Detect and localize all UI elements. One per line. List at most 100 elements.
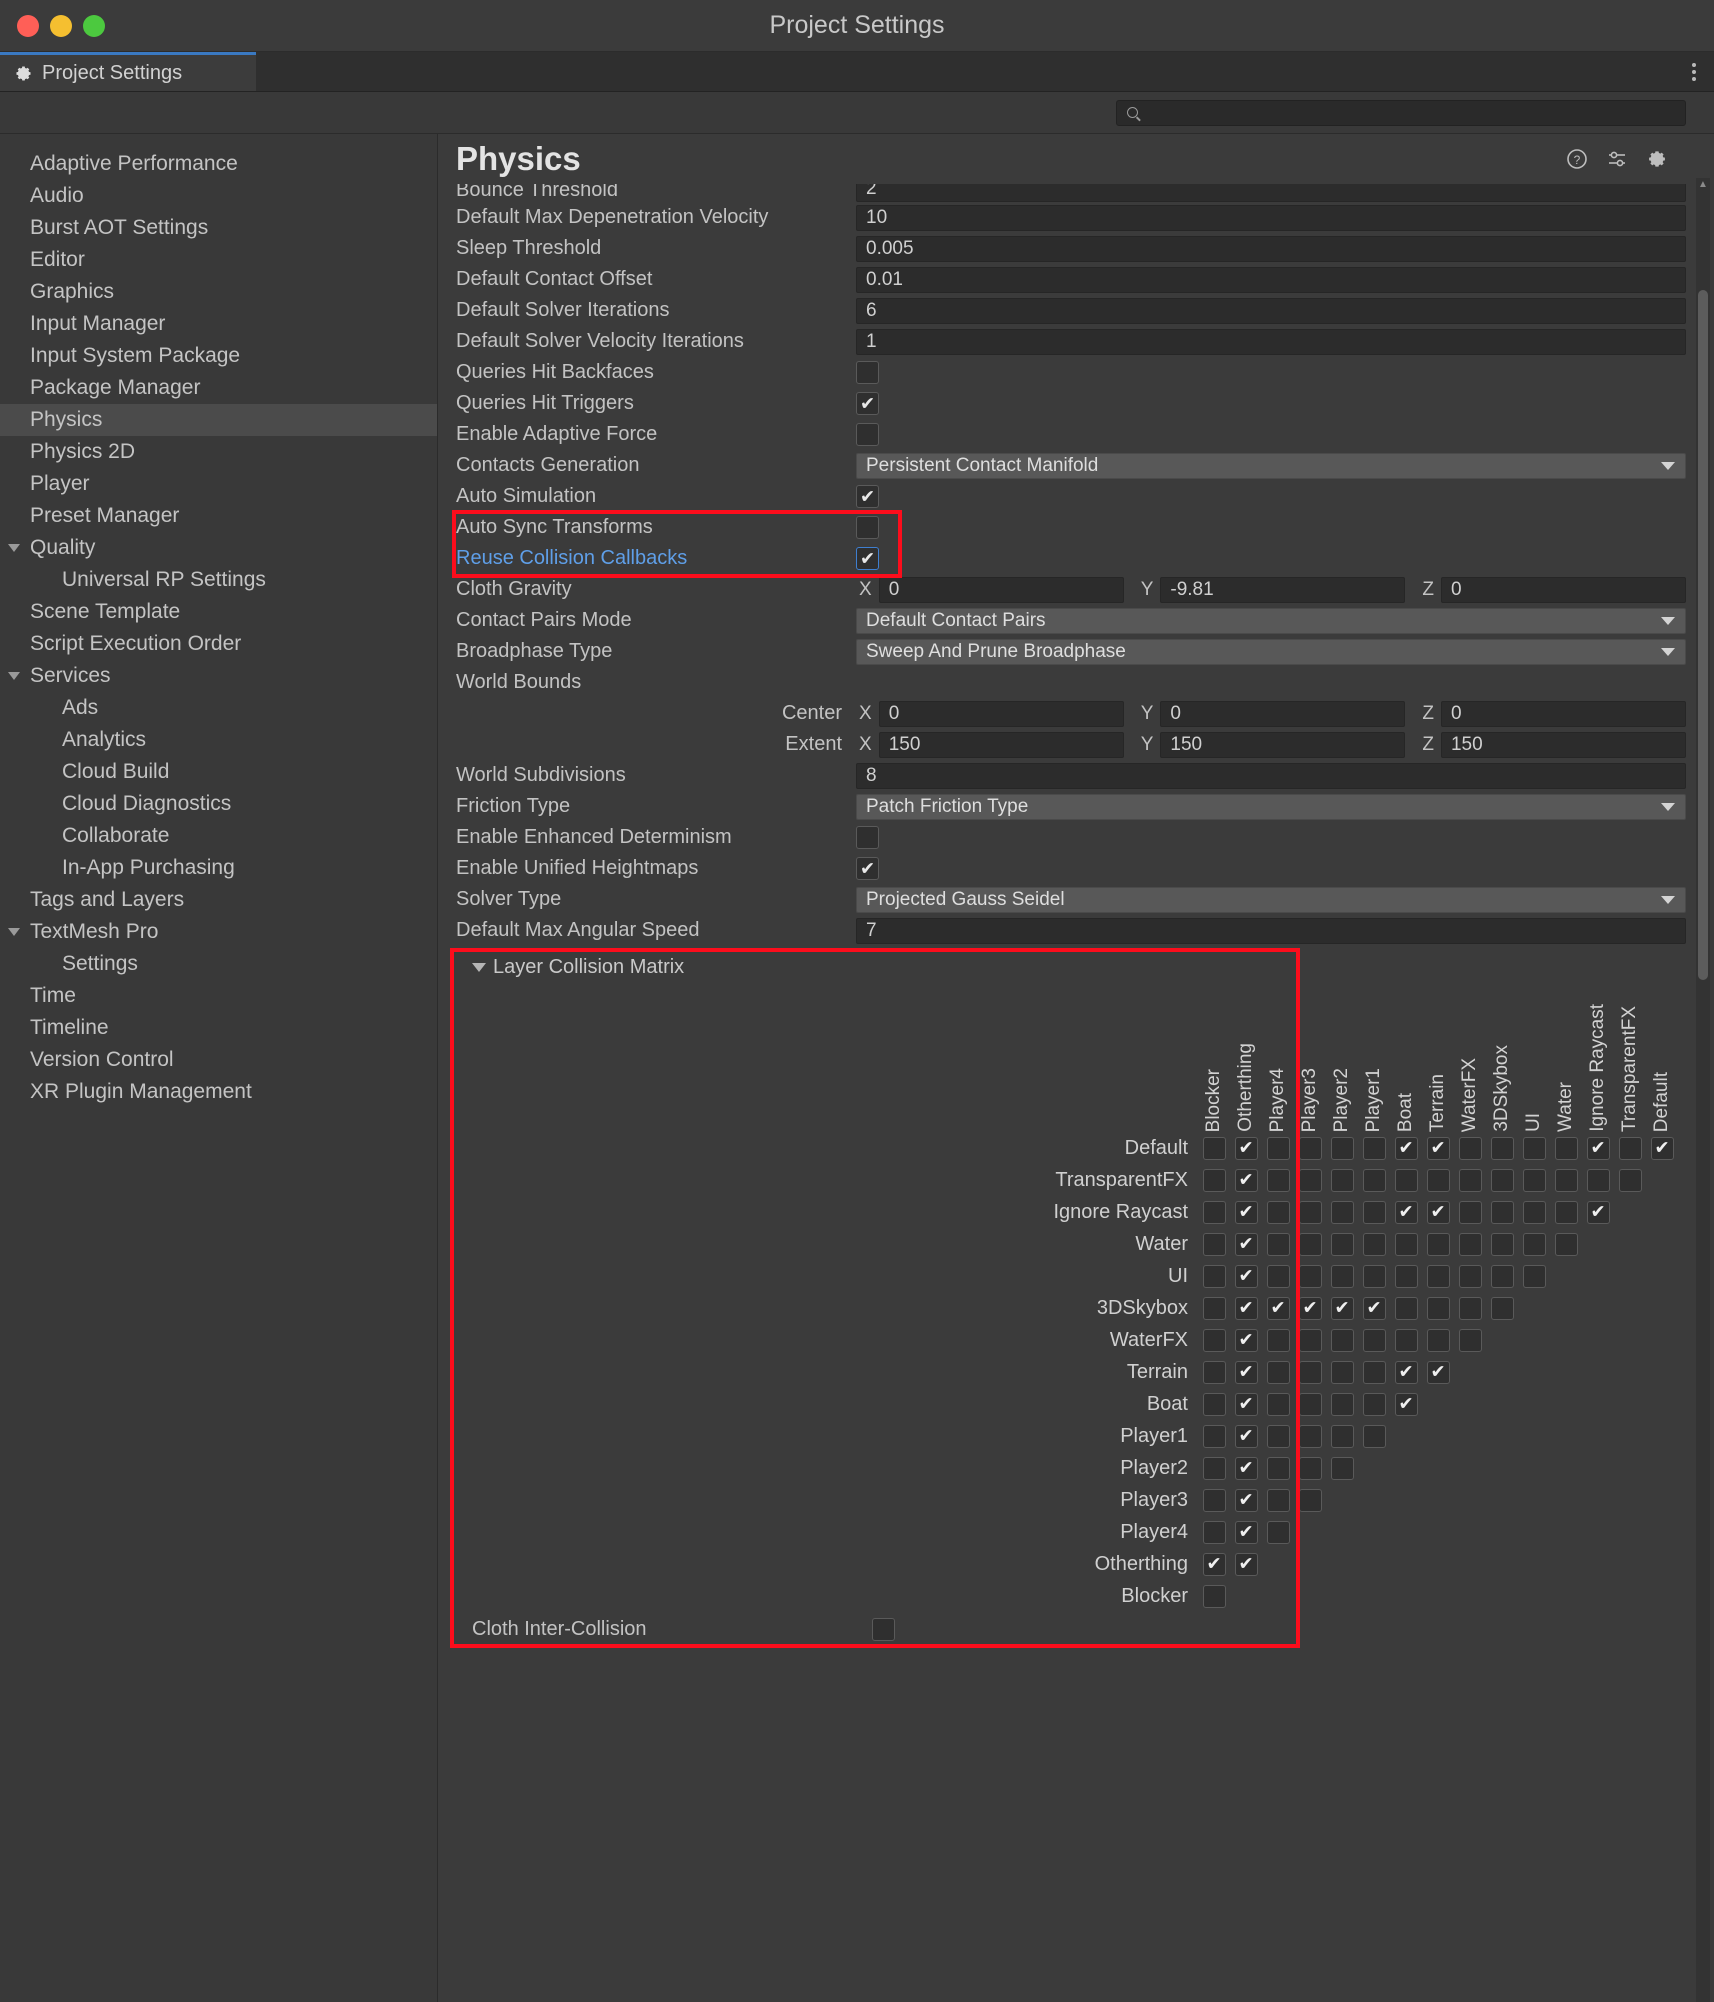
sidebar-item-input-system-package[interactable]: Input System Package [0, 340, 437, 372]
preset-icon[interactable] [1606, 148, 1628, 170]
sidebar-item-input-manager[interactable]: Input Manager [0, 308, 437, 340]
matrix-cell[interactable] [1390, 1292, 1422, 1324]
matrix-checkbox[interactable] [1459, 1297, 1482, 1320]
matrix-checkbox[interactable] [1235, 1297, 1258, 1320]
matrix-checkbox[interactable] [1235, 1169, 1258, 1192]
matrix-checkbox[interactable] [1491, 1201, 1514, 1224]
sidebar-item-adaptive-performance[interactable]: Adaptive Performance [0, 148, 437, 180]
matrix-checkbox[interactable] [1619, 1137, 1642, 1160]
matrix-checkbox[interactable] [1395, 1201, 1418, 1224]
extent-x-field[interactable]: 150 [879, 732, 1124, 758]
matrix-cell[interactable] [1230, 1484, 1262, 1516]
matrix-cell[interactable] [1198, 1388, 1230, 1420]
matrix-cell[interactable] [1198, 1484, 1230, 1516]
matrix-checkbox[interactable] [1363, 1361, 1386, 1384]
matrix-cell[interactable] [1198, 1260, 1230, 1292]
default-max-angular-speed-field[interactable]: 7 [856, 918, 1686, 944]
matrix-cell[interactable] [1358, 1420, 1390, 1452]
matrix-cell[interactable] [1454, 1228, 1486, 1260]
kebab-menu-icon[interactable] [1692, 63, 1696, 81]
matrix-checkbox[interactable] [1235, 1265, 1258, 1288]
sidebar-item-collaborate[interactable]: Collaborate [0, 820, 437, 852]
matrix-checkbox[interactable] [1203, 1521, 1226, 1544]
matrix-checkbox[interactable] [1235, 1425, 1258, 1448]
matrix-cell[interactable] [1326, 1452, 1358, 1484]
sidebar-item-player[interactable]: Player [0, 468, 437, 500]
sidebar-item-timeline[interactable]: Timeline [0, 1012, 437, 1044]
matrix-cell[interactable] [1230, 1228, 1262, 1260]
matrix-cell[interactable] [1454, 1164, 1486, 1196]
matrix-checkbox[interactable] [1267, 1201, 1290, 1224]
matrix-checkbox[interactable] [1299, 1265, 1322, 1288]
help-icon[interactable]: ? [1566, 148, 1588, 170]
matrix-cell[interactable] [1390, 1228, 1422, 1260]
matrix-cell[interactable] [1358, 1228, 1390, 1260]
matrix-cell[interactable] [1326, 1132, 1358, 1164]
matrix-cell[interactable] [1262, 1164, 1294, 1196]
matrix-cell[interactable] [1294, 1164, 1326, 1196]
matrix-checkbox[interactable] [1523, 1137, 1546, 1160]
chevron-down-icon[interactable] [8, 672, 20, 680]
matrix-cell[interactable] [1550, 1196, 1582, 1228]
matrix-cell[interactable] [1294, 1388, 1326, 1420]
matrix-cell[interactable] [1518, 1132, 1550, 1164]
matrix-checkbox[interactable] [1203, 1137, 1226, 1160]
cloth-gravity-x-field[interactable]: 0 [879, 577, 1124, 603]
matrix-cell[interactable] [1454, 1260, 1486, 1292]
matrix-checkbox[interactable] [1267, 1489, 1290, 1512]
matrix-cell[interactable] [1230, 1324, 1262, 1356]
matrix-cell[interactable] [1198, 1356, 1230, 1388]
matrix-checkbox[interactable] [1363, 1393, 1386, 1416]
maximize-button[interactable] [83, 15, 105, 37]
matrix-cell[interactable] [1198, 1196, 1230, 1228]
matrix-checkbox[interactable] [1203, 1201, 1226, 1224]
matrix-cell[interactable] [1518, 1196, 1550, 1228]
matrix-checkbox[interactable] [1331, 1233, 1354, 1256]
matrix-cell[interactable] [1198, 1132, 1230, 1164]
matrix-checkbox[interactable] [1331, 1425, 1354, 1448]
matrix-cell[interactable] [1326, 1356, 1358, 1388]
matrix-checkbox[interactable] [1459, 1233, 1482, 1256]
matrix-cell[interactable] [1614, 1164, 1646, 1196]
sidebar-item-tags-and-layers[interactable]: Tags and Layers [0, 884, 437, 916]
matrix-checkbox[interactable] [1331, 1265, 1354, 1288]
matrix-cell[interactable] [1294, 1324, 1326, 1356]
sidebar-item-preset-manager[interactable]: Preset Manager [0, 500, 437, 532]
matrix-cell[interactable] [1454, 1324, 1486, 1356]
center-x-field[interactable]: 0 [879, 701, 1124, 727]
matrix-cell[interactable] [1262, 1452, 1294, 1484]
reuse-collision-callbacks-checkbox[interactable] [856, 547, 879, 570]
matrix-cell[interactable] [1326, 1196, 1358, 1228]
matrix-cell[interactable] [1358, 1388, 1390, 1420]
matrix-checkbox[interactable] [1491, 1233, 1514, 1256]
matrix-checkbox[interactable] [1299, 1457, 1322, 1480]
matrix-checkbox[interactable] [1235, 1137, 1258, 1160]
matrix-cell[interactable] [1198, 1164, 1230, 1196]
matrix-checkbox[interactable] [1587, 1169, 1610, 1192]
matrix-cell[interactable] [1230, 1260, 1262, 1292]
matrix-cell[interactable] [1550, 1164, 1582, 1196]
matrix-cell[interactable] [1486, 1196, 1518, 1228]
matrix-checkbox[interactable] [1299, 1169, 1322, 1192]
sidebar-item-package-manager[interactable]: Package Manager [0, 372, 437, 404]
matrix-checkbox[interactable] [1363, 1265, 1386, 1288]
matrix-checkbox[interactable] [1331, 1457, 1354, 1480]
matrix-checkbox[interactable] [1395, 1393, 1418, 1416]
enable-enhanced-determinism-checkbox[interactable] [856, 826, 879, 849]
matrix-cell[interactable] [1262, 1420, 1294, 1452]
matrix-cell[interactable] [1358, 1356, 1390, 1388]
solver-type-dropdown[interactable]: Projected Gauss Seidel [856, 887, 1686, 913]
matrix-checkbox[interactable] [1299, 1425, 1322, 1448]
matrix-checkbox[interactable] [1395, 1361, 1418, 1384]
matrix-cell[interactable] [1326, 1228, 1358, 1260]
extent-y-field[interactable]: 150 [1160, 732, 1405, 758]
cloth-gravity-y-field[interactable]: -9.81 [1160, 577, 1405, 603]
extent-z-field[interactable]: 150 [1441, 732, 1686, 758]
matrix-cell[interactable] [1326, 1420, 1358, 1452]
close-button[interactable] [17, 15, 39, 37]
bounce-threshold-field[interactable]: 2 [856, 184, 1686, 202]
matrix-checkbox[interactable] [1267, 1329, 1290, 1352]
matrix-checkbox[interactable] [1427, 1169, 1450, 1192]
matrix-checkbox[interactable] [1363, 1297, 1386, 1320]
matrix-cell[interactable] [1262, 1484, 1294, 1516]
